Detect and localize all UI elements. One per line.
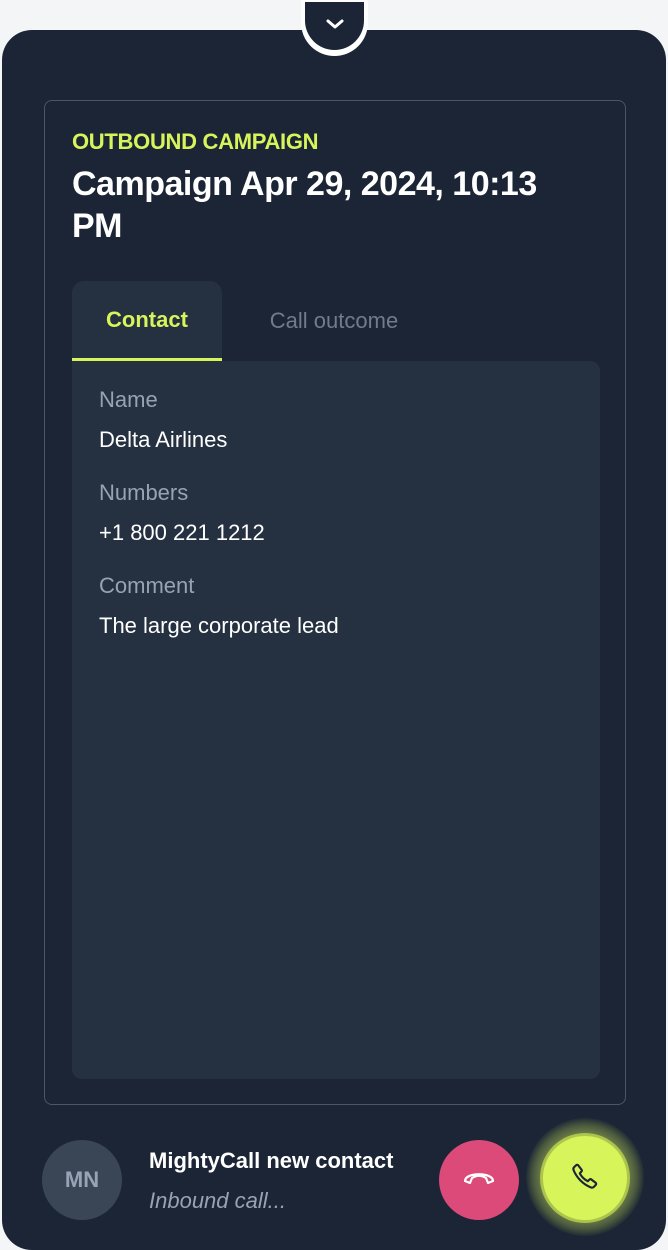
campaign-type-label: OUTBOUND CAMPAIGN — [72, 129, 319, 154]
collapse-button[interactable] — [305, 2, 364, 50]
tab-contact[interactable]: Contact — [72, 281, 222, 361]
hang-up-icon — [461, 1168, 497, 1193]
numbers-label: Numbers — [99, 480, 189, 505]
caller-name: MightyCall new contact — [149, 1148, 394, 1173]
phone-icon — [570, 1161, 600, 1196]
name-value: Delta Airlines — [99, 427, 228, 452]
tab-bar: Contact Call outcome — [72, 281, 446, 361]
call-panel: OUTBOUND CAMPAIGN Campaign Apr 29, 2024,… — [2, 30, 666, 1250]
numbers-value: +1 800 221 1212 — [99, 520, 265, 545]
name-label: Name — [99, 387, 158, 412]
campaign-card: OUTBOUND CAMPAIGN Campaign Apr 29, 2024,… — [44, 100, 626, 1105]
incoming-call-bar: MN MightyCall new contact Inbound call..… — [2, 1110, 666, 1250]
campaign-title: Campaign Apr 29, 2024, 10:13 PM — [72, 165, 537, 245]
avatar: MN — [42, 1140, 122, 1220]
call-status: Inbound call... — [149, 1188, 286, 1213]
comment-value: The large corporate lead — [99, 613, 339, 638]
accept-call-button[interactable] — [543, 1136, 627, 1220]
decline-call-button[interactable] — [439, 1140, 519, 1220]
tab-call-outcome[interactable]: Call outcome — [222, 281, 446, 361]
comment-label: Comment — [99, 573, 195, 598]
contact-details: Name Delta Airlines Numbers +1 800 221 1… — [72, 361, 600, 1079]
chevron-down-icon — [324, 17, 346, 36]
